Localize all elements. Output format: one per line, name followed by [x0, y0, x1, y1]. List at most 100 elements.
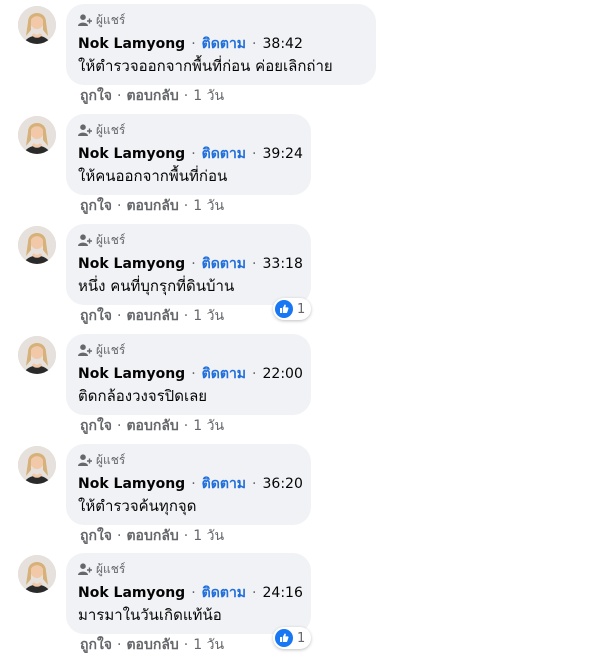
sharer-badge: ผู้แชร์	[78, 232, 297, 248]
separator-dot: ·	[183, 418, 189, 434]
timestamp-link[interactable]: 38:42	[263, 36, 303, 52]
comment-bubble: ผู้แชร์ Nok Lamyong · ติดตาม · 39:24 ให้…	[66, 114, 311, 195]
sharer-badge: ผู้แชร์	[78, 122, 297, 138]
reaction-summary[interactable]: 1	[273, 298, 312, 320]
separator-dot: ·	[183, 198, 189, 214]
sharer-badge-label: ผู้แชร์	[96, 122, 126, 137]
timestamp-link[interactable]: 36:20	[263, 476, 303, 492]
avatar[interactable]	[18, 6, 56, 44]
reply-button[interactable]: ตอบกลับ	[126, 305, 178, 327]
comment-actions: ถูกใจ · ตอบกลับ · 1 วัน	[80, 415, 224, 437]
comment-age[interactable]: 1 วัน	[193, 415, 224, 437]
sharer-badge: ผู้แชร์	[78, 452, 297, 468]
separator-dot: ·	[252, 585, 257, 601]
comment-age[interactable]: 1 วัน	[193, 85, 224, 107]
like-button[interactable]: ถูกใจ	[80, 415, 112, 437]
author-name[interactable]: Nok Lamyong	[78, 256, 185, 272]
avatar-photo	[18, 336, 56, 374]
avatar-photo	[18, 446, 56, 484]
comment-item: ผู้แชร์ Nok Lamyong · ติดตาม · 33:18 หนึ…	[0, 220, 600, 330]
comment-text: ให้ตำรวจค้นทุกจุด	[78, 497, 197, 515]
follow-button[interactable]: ติดตาม	[202, 582, 246, 604]
timestamp-link[interactable]: 33:18	[263, 256, 303, 272]
reply-button[interactable]: ตอบกลับ	[126, 525, 178, 547]
comment-text: หนึ่ง คนที่บุกรุกที่ดินบ้าน	[78, 277, 235, 295]
sharer-badge-label: ผู้แชร์	[96, 452, 126, 467]
avatar[interactable]	[18, 226, 56, 264]
avatar[interactable]	[18, 446, 56, 484]
avatar-photo	[18, 116, 56, 154]
avatar-photo	[18, 226, 56, 264]
comment-bubble: ผู้แชร์ Nok Lamyong · ติดตาม · 36:20 ให้…	[66, 444, 311, 525]
comment-item: ผู้แชร์ Nok Lamyong · ติดตาม · 24:16 มาร…	[0, 549, 600, 659]
reaction-summary[interactable]: 1	[273, 627, 312, 649]
reply-button[interactable]: ตอบกลับ	[126, 415, 178, 437]
separator-dot: ·	[252, 476, 257, 492]
separator-dot: ·	[191, 36, 196, 52]
like-button[interactable]: ถูกใจ	[80, 525, 112, 547]
avatar-photo	[18, 6, 56, 44]
author-name[interactable]: Nok Lamyong	[78, 585, 185, 601]
timestamp-link[interactable]: 24:16	[263, 585, 303, 601]
follow-button[interactable]: ติดตาม	[202, 143, 246, 165]
person-share-icon	[78, 14, 92, 26]
separator-dot: ·	[117, 528, 122, 544]
separator-dot: ·	[252, 146, 257, 162]
separator-dot: ·	[191, 366, 196, 382]
person-share-icon	[78, 344, 92, 356]
separator-dot: ·	[191, 476, 196, 492]
person-share-icon	[78, 124, 92, 136]
reply-button[interactable]: ตอบกลับ	[126, 634, 178, 656]
reply-button[interactable]: ตอบกลับ	[126, 195, 178, 217]
comment-actions: ถูกใจ · ตอบกลับ · 1 วัน	[80, 195, 224, 217]
timestamp-link[interactable]: 22:00	[263, 366, 303, 382]
follow-button[interactable]: ติดตาม	[202, 253, 246, 275]
like-button[interactable]: ถูกใจ	[80, 85, 112, 107]
separator-dot: ·	[183, 88, 189, 104]
comment-item: ผู้แชร์ Nok Lamyong · ติดตาม · 36:20 ให้…	[0, 440, 600, 550]
separator-dot: ·	[252, 256, 257, 272]
author-name[interactable]: Nok Lamyong	[78, 366, 185, 382]
comment-age[interactable]: 1 วัน	[193, 195, 224, 217]
separator-dot: ·	[117, 198, 122, 214]
comment-actions: ถูกใจ · ตอบกลับ · 1 วัน	[80, 85, 224, 107]
comment-item: ผู้แชร์ Nok Lamyong · ติดตาม · 22:00 ติด…	[0, 330, 600, 440]
reaction-count: 1	[297, 301, 306, 317]
author-name[interactable]: Nok Lamyong	[78, 476, 185, 492]
sharer-badge-label: ผู้แชร์	[96, 12, 126, 27]
avatar[interactable]	[18, 336, 56, 374]
author-name[interactable]: Nok Lamyong	[78, 36, 185, 52]
like-button[interactable]: ถูกใจ	[80, 195, 112, 217]
like-button[interactable]: ถูกใจ	[80, 305, 112, 327]
person-share-icon	[78, 234, 92, 246]
reply-button[interactable]: ตอบกลับ	[126, 85, 178, 107]
person-share-icon	[78, 454, 92, 466]
follow-button[interactable]: ติดตาม	[202, 473, 246, 495]
separator-dot: ·	[191, 585, 196, 601]
comment-header: Nok Lamyong · ติดตาม · 22:00	[78, 363, 303, 385]
follow-button[interactable]: ติดตาม	[202, 363, 246, 385]
comment-text: ให้คนออกจากพื้นที่ก่อน	[78, 167, 228, 185]
like-button[interactable]: ถูกใจ	[80, 634, 112, 656]
author-name[interactable]: Nok Lamyong	[78, 146, 185, 162]
separator-dot: ·	[117, 88, 122, 104]
follow-button[interactable]: ติดตาม	[202, 33, 246, 55]
comment-age[interactable]: 1 วัน	[193, 305, 224, 327]
separator-dot: ·	[183, 528, 189, 544]
separator-dot: ·	[191, 256, 196, 272]
comment-bubble: ผู้แชร์ Nok Lamyong · ติดตาม · 24:16 มาร…	[66, 553, 311, 634]
comment-age[interactable]: 1 วัน	[193, 634, 224, 656]
avatar[interactable]	[18, 116, 56, 154]
timestamp-link[interactable]: 39:24	[263, 146, 303, 162]
like-thumb-icon	[275, 300, 293, 318]
separator-dot: ·	[117, 308, 122, 324]
sharer-badge: ผู้แชร์	[78, 12, 362, 28]
avatar[interactable]	[18, 555, 56, 593]
sharer-badge: ผู้แชร์	[78, 342, 297, 358]
comment-age[interactable]: 1 วัน	[193, 525, 224, 547]
comment-bubble: ผู้แชร์ Nok Lamyong · ติดตาม · 33:18 หนึ…	[66, 224, 311, 305]
separator-dot: ·	[191, 146, 196, 162]
like-thumb-icon	[275, 629, 293, 647]
comment-item: ผู้แชร์ Nok Lamyong · ติดตาม · 38:42 ให้…	[0, 0, 600, 110]
comment-header: Nok Lamyong · ติดตาม · 38:42	[78, 34, 362, 54]
